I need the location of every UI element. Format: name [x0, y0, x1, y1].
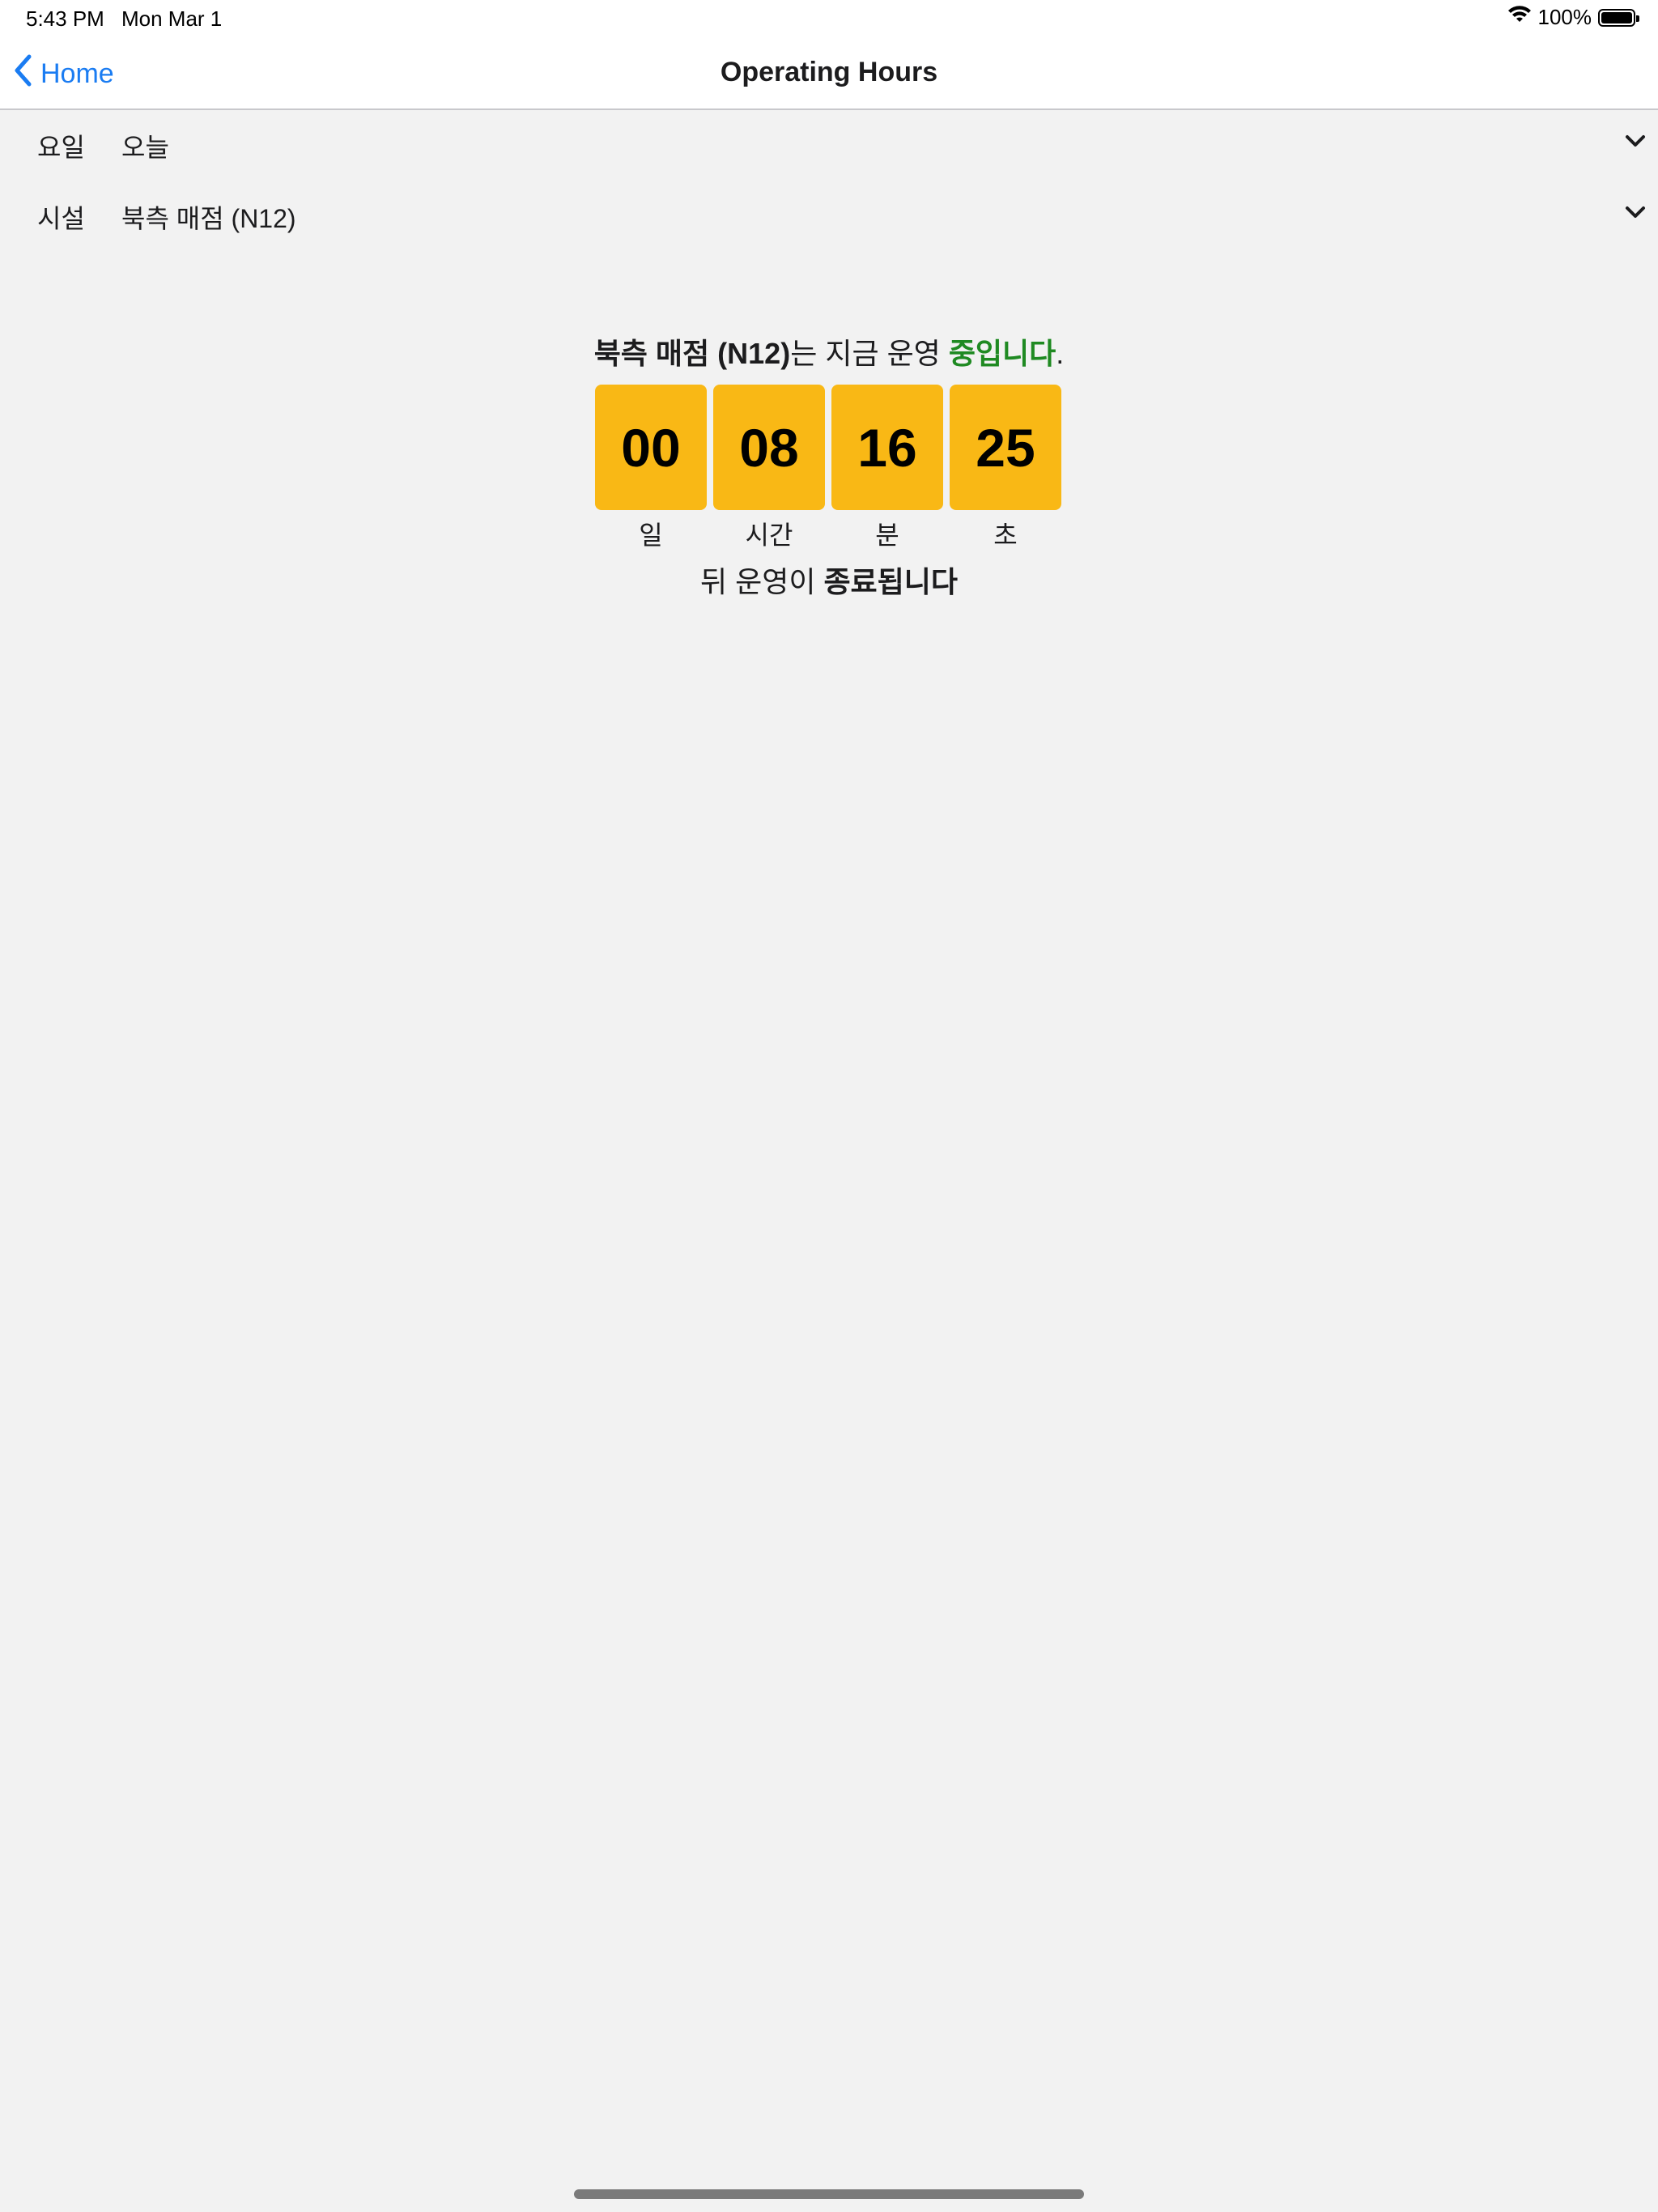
page-title: Operating Hours: [720, 57, 938, 87]
operating-status-message: 북측 매점 (N12)는 지금 운영 중입니다.: [0, 330, 1658, 372]
countdown-hours: 08 시간: [713, 385, 825, 552]
battery-percent: 100%: [1537, 5, 1592, 29]
countdown-minutes-label: 분: [875, 521, 899, 550]
day-selector-value: 오늘: [121, 133, 169, 162]
battery-icon: [1598, 8, 1639, 27]
countdown-days-value: 00: [595, 385, 707, 510]
countdown-seconds-label: 초: [993, 521, 1018, 550]
closing-message: 뒤 운영이 종료됩니다: [0, 559, 1658, 601]
closing-emphasis-text: 종료됩니다: [823, 565, 959, 598]
home-indicator[interactable]: [574, 2189, 1084, 2199]
countdown-minutes-value: 16: [831, 385, 943, 510]
chevron-down-icon: [1624, 204, 1647, 224]
status-time: 5:43 PM: [26, 6, 104, 31]
status-end-text: .: [1056, 337, 1065, 370]
countdown-days: 00 일: [595, 385, 707, 552]
status-indicators: 100%: [1507, 5, 1639, 30]
countdown-seconds-value: 25: [950, 385, 1061, 510]
closing-prefix-text: 뒤 운영이: [699, 565, 824, 598]
facility-selector-label: 시설: [37, 204, 85, 233]
facility-selector-value: 북측 매점 (N12): [121, 204, 296, 233]
status-date: Mon Mar 1: [121, 6, 223, 31]
countdown-timer: 00 일 08 시간 16 분 25 초: [595, 385, 1061, 552]
countdown-days-label: 일: [639, 521, 663, 550]
countdown-minutes: 16 분: [831, 385, 943, 552]
day-selector[interactable]: 요일 오늘: [0, 110, 1658, 181]
status-open-text: 중입니다: [948, 337, 1056, 370]
countdown-seconds: 25 초: [950, 385, 1061, 552]
chevron-down-icon: [1624, 133, 1647, 153]
facility-selector[interactable]: 시설 북측 매점 (N12): [0, 181, 1658, 253]
countdown-hours-value: 08: [713, 385, 825, 510]
navigation-bar: Home Operating Hours: [0, 39, 1658, 110]
wifi-icon: [1507, 5, 1532, 30]
status-middle-text: 는 지금 운영: [790, 337, 949, 370]
countdown-hours-label: 시간: [745, 521, 793, 550]
status-bar: 5:43 PM Mon Mar 1 100%: [0, 0, 1658, 39]
status-facility-name: 북측 매점 (N12): [593, 337, 791, 370]
day-selector-label: 요일: [37, 133, 85, 162]
